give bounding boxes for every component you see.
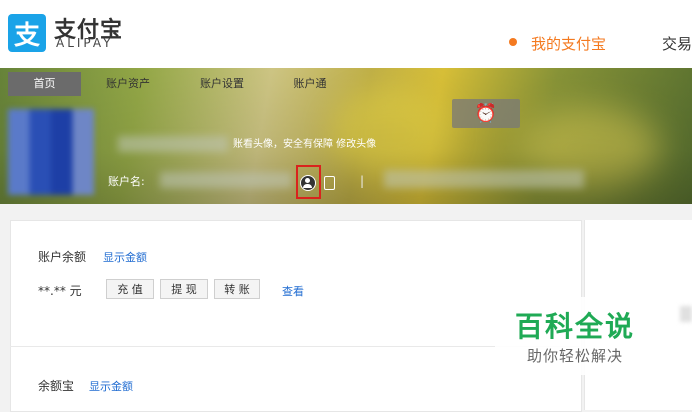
phone-icon[interactable] (324, 176, 335, 190)
yuebao-show-amount-link[interactable]: 显示金额 (89, 378, 133, 394)
account-label: 账户名: (108, 175, 145, 188)
recharge-button[interactable]: 充 值 (106, 279, 154, 299)
alarm-clock-icon[interactable]: ⏰ (452, 99, 520, 128)
tab-home[interactable]: 首页 (8, 72, 81, 96)
active-dot-icon (509, 38, 517, 46)
blurred-username (118, 136, 228, 152)
blurred-info (384, 170, 584, 188)
logo-glyph: 支 (13, 20, 40, 51)
blurred-account-name (160, 172, 292, 188)
tab-account-link[interactable]: 账户通 (288, 72, 332, 96)
watermark-title: 百科全说 (515, 310, 636, 343)
avatar[interactable] (8, 109, 94, 195)
tab-bar: 首页 账户资产 账户设置 账户通 (0, 72, 692, 96)
nav-my-alipay[interactable]: 我的支付宝 (531, 33, 606, 54)
watermark-corner (680, 306, 692, 322)
separator: | (360, 174, 365, 188)
watermark-subtitle: 助你轻松解决 (527, 347, 624, 365)
logo-name-en: ALIPAY (56, 36, 114, 50)
tab-account-settings[interactable]: 账户设置 (194, 72, 250, 96)
balance-show-amount-link[interactable]: 显示金额 (103, 249, 147, 265)
withdraw-button[interactable]: 提 现 (160, 279, 208, 299)
yuebao-title: 余额宝 (38, 379, 75, 393)
nav-trade[interactable]: 交易 (662, 33, 692, 54)
view-link[interactable]: 查看 (282, 283, 304, 299)
balance-value: **.** 元 (38, 284, 82, 298)
alipay-logo-icon[interactable]: 支 (8, 14, 46, 52)
tab-account-assets[interactable]: 账户资产 (100, 72, 156, 96)
transfer-button[interactable]: 转 账 (214, 279, 260, 299)
balance-title: 账户余额 (38, 250, 87, 264)
change-avatar-text[interactable]: 账看头像，安全有保障 修改头像 (233, 135, 376, 150)
user-icon[interactable] (300, 175, 316, 191)
